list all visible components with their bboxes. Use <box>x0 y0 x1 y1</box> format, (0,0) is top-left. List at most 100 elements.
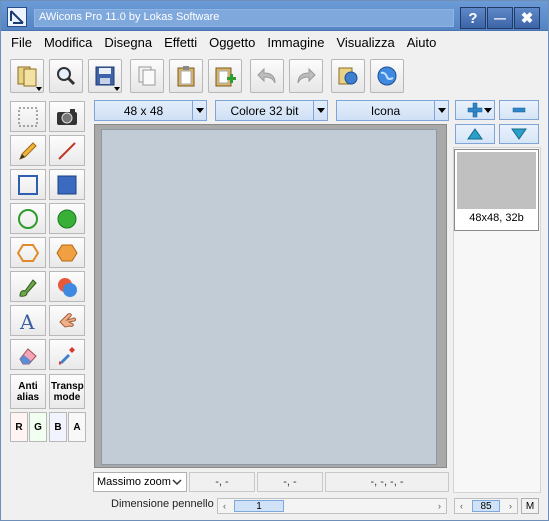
close-button[interactable]: ✖ <box>514 7 540 29</box>
preview-zoom-thumb[interactable]: 85 <box>472 500 500 512</box>
minimize-icon: — <box>494 11 506 25</box>
redo-button[interactable] <box>289 59 323 93</box>
menu-modifica[interactable]: Modifica <box>38 33 98 53</box>
status-cursor-position: -, - <box>189 472 255 492</box>
remove-format-button[interactable] <box>499 100 539 120</box>
arrow-up-icon <box>467 128 483 140</box>
transp-mode-toggle[interactable]: Transp mode <box>49 374 85 409</box>
main-toolbar <box>1 57 549 97</box>
tool-pencil[interactable] <box>10 135 46 166</box>
tool-ellipse[interactable] <box>10 203 46 234</box>
format-preview-item[interactable]: 48x48, 32b <box>454 149 539 231</box>
tool-fill[interactable] <box>49 271 85 302</box>
preview-zoom-slider[interactable]: ‹ 85 › <box>454 498 518 514</box>
move-up-button[interactable] <box>455 124 495 144</box>
channel-b-label: B <box>54 421 62 433</box>
channel-a-toggle[interactable]: A <box>68 412 86 442</box>
arrow-down-icon <box>511 128 527 140</box>
size-select[interactable]: 48 x 48 <box>94 100 207 121</box>
copy-icon <box>138 66 156 86</box>
channel-r-toggle[interactable]: R <box>10 412 28 442</box>
filled-rectangle-icon <box>57 175 77 194</box>
tool-line[interactable] <box>49 135 85 166</box>
web-button[interactable] <box>370 59 404 93</box>
help-icon: ? <box>468 9 478 27</box>
hand-icon <box>59 312 76 328</box>
zoom-mode-select[interactable]: Massimo zoom <box>93 472 187 492</box>
drawing-canvas[interactable] <box>101 129 437 465</box>
channel-a-label: A <box>73 421 81 433</box>
camera-icon <box>57 108 77 125</box>
zoom-button[interactable] <box>49 59 83 93</box>
ellipse-icon <box>18 208 38 229</box>
tool-brush[interactable] <box>10 271 46 302</box>
paste-new-button[interactable] <box>208 59 242 93</box>
help-button[interactable]: ? <box>460 7 486 29</box>
minimize-button[interactable]: — <box>487 7 513 29</box>
filled-hexagon-icon <box>56 244 78 261</box>
fill-bucket-icon <box>58 277 77 297</box>
menu-oggetto[interactable]: Oggetto <box>203 33 261 53</box>
menu-bar: File Modifica Disegna Effetti Oggetto Im… <box>5 32 545 54</box>
pen-size-slider[interactable]: ‹ 1 › <box>217 498 447 514</box>
move-down-button[interactable] <box>499 124 539 144</box>
tool-polygon[interactable] <box>10 237 46 268</box>
chevron-down-icon <box>172 479 182 486</box>
save-button[interactable] <box>88 59 122 93</box>
anti-alias-toggle[interactable]: Anti alias <box>10 374 46 409</box>
menu-visualizza[interactable]: Visualizza <box>330 33 400 53</box>
tool-hand[interactable] <box>49 305 85 336</box>
chevron-right-icon[interactable]: › <box>433 499 446 513</box>
app-window: AWicons Pro 11.0 by Lokas Software ? — ✖… <box>0 0 549 521</box>
type-value: Icona <box>370 103 401 118</box>
chevron-down-icon <box>434 101 448 120</box>
m-button[interactable]: M <box>521 498 539 514</box>
undo-button[interactable] <box>250 59 284 93</box>
channel-b-toggle[interactable]: B <box>49 412 67 442</box>
menu-file[interactable]: File <box>5 33 38 53</box>
channel-g-toggle[interactable]: G <box>29 412 47 442</box>
open-button[interactable] <box>10 59 44 93</box>
redo-icon <box>297 67 316 84</box>
app-logo-icon[interactable] <box>7 7 27 27</box>
tool-filled-rectangle[interactable] <box>49 169 85 200</box>
title-bar: AWicons Pro 11.0 by Lokas Software ? — ✖ <box>1 1 548 31</box>
library-button[interactable] <box>331 59 365 93</box>
copy-button[interactable] <box>130 59 164 93</box>
color-depth-select[interactable]: Colore 32 bit <box>215 100 328 121</box>
selection-icon <box>18 107 38 126</box>
text-icon: A <box>19 310 35 333</box>
tool-rectangle[interactable] <box>10 169 46 200</box>
type-select[interactable]: Icona <box>336 100 449 121</box>
eraser-icon <box>19 347 37 364</box>
pen-size-thumb[interactable]: 1 <box>234 500 284 512</box>
chevron-left-icon[interactable]: ‹ <box>218 499 231 513</box>
tool-filled-polygon[interactable] <box>49 237 85 268</box>
menu-immagine[interactable]: Immagine <box>261 33 330 53</box>
tool-eraser[interactable] <box>10 339 46 370</box>
anti-alias-label: Anti alias <box>16 380 40 403</box>
chevron-right-icon[interactable]: › <box>504 499 517 513</box>
chevron-left-icon[interactable]: ‹ <box>455 499 468 513</box>
chevron-down-icon <box>192 101 206 120</box>
clipboard-button[interactable] <box>169 59 203 93</box>
eyedropper-icon <box>59 346 75 364</box>
menu-aiuto[interactable]: Aiuto <box>401 33 443 53</box>
channel-r-label: R <box>15 421 23 433</box>
tool-text[interactable]: A <box>10 305 46 336</box>
size-value: 48 x 48 <box>123 103 164 118</box>
add-format-button[interactable] <box>455 100 495 120</box>
paste-new-icon <box>215 67 236 87</box>
tool-filled-ellipse[interactable] <box>49 203 85 234</box>
pencil-icon <box>19 141 37 160</box>
line-icon <box>58 141 76 160</box>
pen-size-label: Dimensione pennello <box>111 498 214 510</box>
svg-text:A: A <box>19 310 35 333</box>
tool-capture[interactable] <box>49 101 85 132</box>
chevron-down-icon <box>484 108 492 113</box>
tool-select[interactable] <box>10 101 46 132</box>
menu-disegna[interactable]: Disegna <box>98 33 158 53</box>
save-icon <box>95 66 115 86</box>
tool-eyedropper[interactable] <box>49 339 85 370</box>
menu-effetti[interactable]: Effetti <box>158 33 203 53</box>
